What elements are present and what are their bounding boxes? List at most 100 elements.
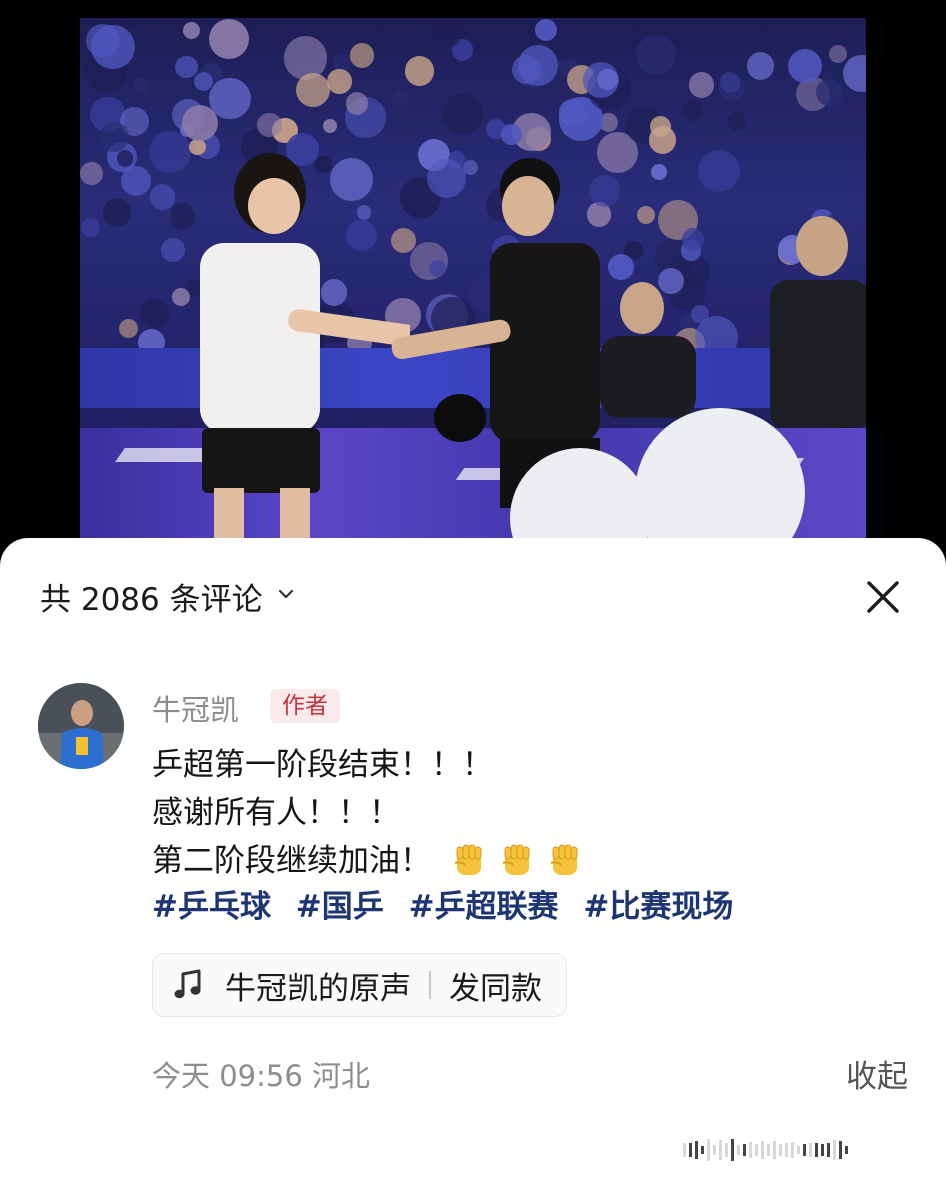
indicator-bar (683, 1142, 686, 1158)
crowd-blur (345, 92, 369, 115)
crowd-blur (116, 149, 134, 167)
crowd-blur (181, 104, 218, 141)
video-area[interactable] (0, 0, 946, 560)
coach-seated (600, 282, 696, 418)
crowd-blur (501, 123, 523, 145)
official-standing (770, 216, 866, 428)
fist-emoji-icon (454, 844, 482, 875)
comment-meta: 今天 09:56 河北 (152, 1059, 371, 1093)
player-white-shirt (200, 153, 410, 548)
crowd-blur (175, 55, 198, 79)
hashtag-list: #乒乓球 #国乒 #乒超联赛 #比赛现场 (152, 881, 747, 926)
crowd-blur (391, 89, 409, 107)
crowd-blur (746, 52, 775, 81)
crowd-blur (102, 198, 132, 228)
indicator-bar (695, 1140, 698, 1160)
collapse-button[interactable]: 收起 (846, 1051, 908, 1096)
crowd-blur (132, 77, 150, 95)
indicator-bar (809, 1142, 812, 1158)
indicator-bar (713, 1145, 716, 1155)
crowd-blur (160, 237, 185, 263)
crowd-blur (433, 19, 462, 48)
crowd-blur (80, 162, 103, 185)
crowd-blur (719, 71, 741, 93)
crowd-blur (442, 93, 483, 135)
indicator-bar (827, 1142, 830, 1158)
indicator-bar (749, 1142, 752, 1158)
crowd-blur (349, 43, 375, 69)
crowd-blur (85, 23, 120, 58)
crowd-blur (171, 288, 190, 307)
crowd-blur (208, 18, 249, 60)
hashtag-link[interactable]: #乒乓球 (152, 889, 271, 925)
comment-count-label: 共 2086 条评论 (40, 581, 263, 618)
crowd-blur (323, 118, 338, 133)
crowd-blur (327, 68, 352, 94)
indicator-bar (719, 1140, 722, 1160)
indicator-bar (701, 1145, 704, 1155)
crowd-blur (140, 299, 170, 329)
crowd-blur (635, 34, 677, 76)
author-badge: 作者 (270, 689, 340, 723)
indicator-bar (707, 1139, 710, 1161)
original-sound-pill[interactable]: 牛冠凯的原声 发同款 (152, 953, 567, 1017)
emoji-group (449, 841, 585, 881)
scroll-indicator (683, 1138, 863, 1162)
indicator-bar (785, 1143, 788, 1157)
chevron-down-icon (278, 589, 293, 599)
music-note-icon (174, 969, 201, 999)
comment-line: 乒超第一阶段结束！！！ (152, 747, 493, 783)
crowd-blur (80, 217, 100, 237)
crowd-blur (194, 71, 214, 91)
crowd-blur (118, 318, 138, 338)
crowd-blur (648, 126, 677, 154)
crowd-blur (698, 149, 741, 193)
hashtag-link[interactable]: #国乒 (296, 889, 384, 925)
indicator-bar (845, 1145, 848, 1155)
indicator-bar (755, 1144, 758, 1156)
crowd-blur (98, 121, 130, 153)
crowd-blur (688, 72, 715, 98)
comment-line-text: 第二阶段继续加油！ (152, 843, 431, 879)
crowd-blur (828, 44, 848, 63)
crowd-blur (148, 130, 192, 174)
indicator-bar (821, 1144, 824, 1156)
fist-emoji-icon (502, 844, 530, 875)
hashtag-link[interactable]: #乒超联赛 (409, 889, 559, 925)
sound-label[interactable]: 牛冠凯的原声 (225, 963, 411, 1008)
avatar-image (38, 683, 124, 769)
crowd-blur (637, 206, 656, 225)
pill-divider (429, 971, 431, 999)
username[interactable]: 牛冠凯 (152, 687, 239, 729)
avatar[interactable] (38, 683, 124, 769)
crowd-blur (511, 54, 541, 84)
crowd-blur (535, 19, 558, 42)
indicator-bar (779, 1144, 782, 1156)
comment-sheet: 共 2086 条评论 牛冠凯 作者 乒超第一阶段结束！！！ 感谢所有人！！！ 第… (0, 538, 946, 1184)
fist-emoji-icon (550, 844, 578, 875)
indicator-bar (725, 1142, 728, 1158)
indicator-bar (791, 1141, 794, 1159)
crowd-blur (651, 163, 667, 180)
indicator-bar (767, 1144, 770, 1156)
indicator-bar (743, 1143, 746, 1157)
comment-body: 乒超第一阶段结束！！！ 感谢所有人！！！ 第二阶段继续加油！ (152, 741, 585, 885)
comment-item: 牛冠凯 作者 乒超第一阶段结束！！！ 感谢所有人！！！ 第二阶段继续加油！ #乒… (38, 683, 918, 1103)
crowd-blur (681, 99, 704, 122)
indicator-bar (761, 1140, 764, 1160)
crowd-blur (149, 184, 176, 210)
match-photo (80, 18, 866, 548)
hashtag-link[interactable]: #比赛现场 (583, 889, 733, 925)
comment-count-dropdown[interactable]: 共 2086 条评论 (40, 576, 295, 618)
crowd-blur (597, 68, 619, 90)
crowd-blur (787, 48, 822, 83)
crowd-blur (726, 111, 747, 131)
indicator-bar (815, 1142, 818, 1158)
comment-line: 第二阶段继续加油！ (152, 837, 585, 885)
indicator-bar (839, 1141, 842, 1159)
indicator-bar (689, 1142, 692, 1158)
use-sound-button[interactable]: 发同款 (449, 963, 542, 1008)
comment-line: 感谢所有人！！！ (152, 795, 400, 831)
crowd-blur (404, 56, 435, 87)
close-button[interactable] (860, 574, 906, 620)
